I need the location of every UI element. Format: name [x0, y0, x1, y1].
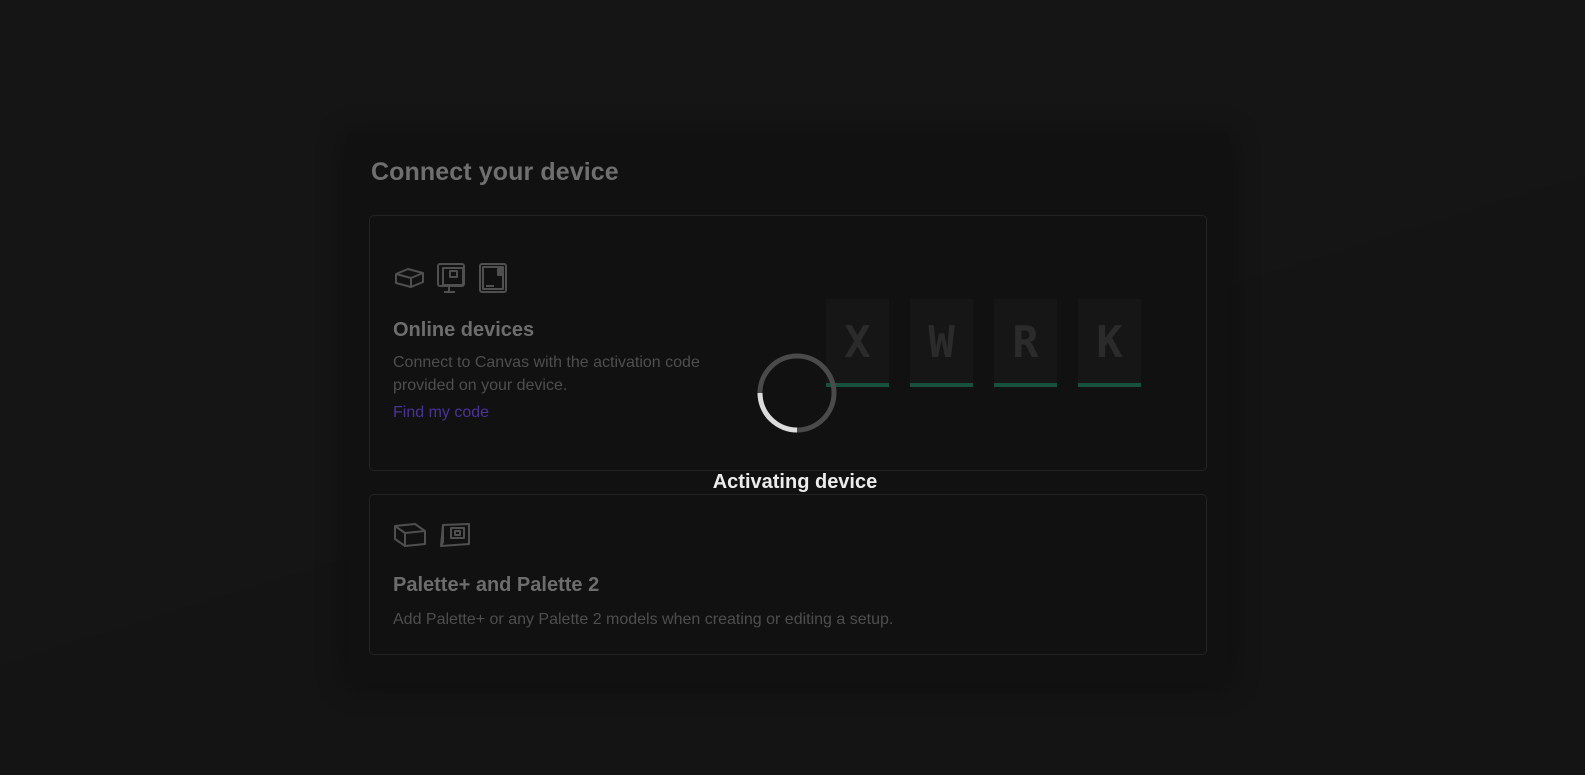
activating-status: Activating device [712, 471, 878, 493]
activation-overlay: Activating device [0, 0, 1585, 775]
loading-spinner-icon [757, 353, 837, 433]
